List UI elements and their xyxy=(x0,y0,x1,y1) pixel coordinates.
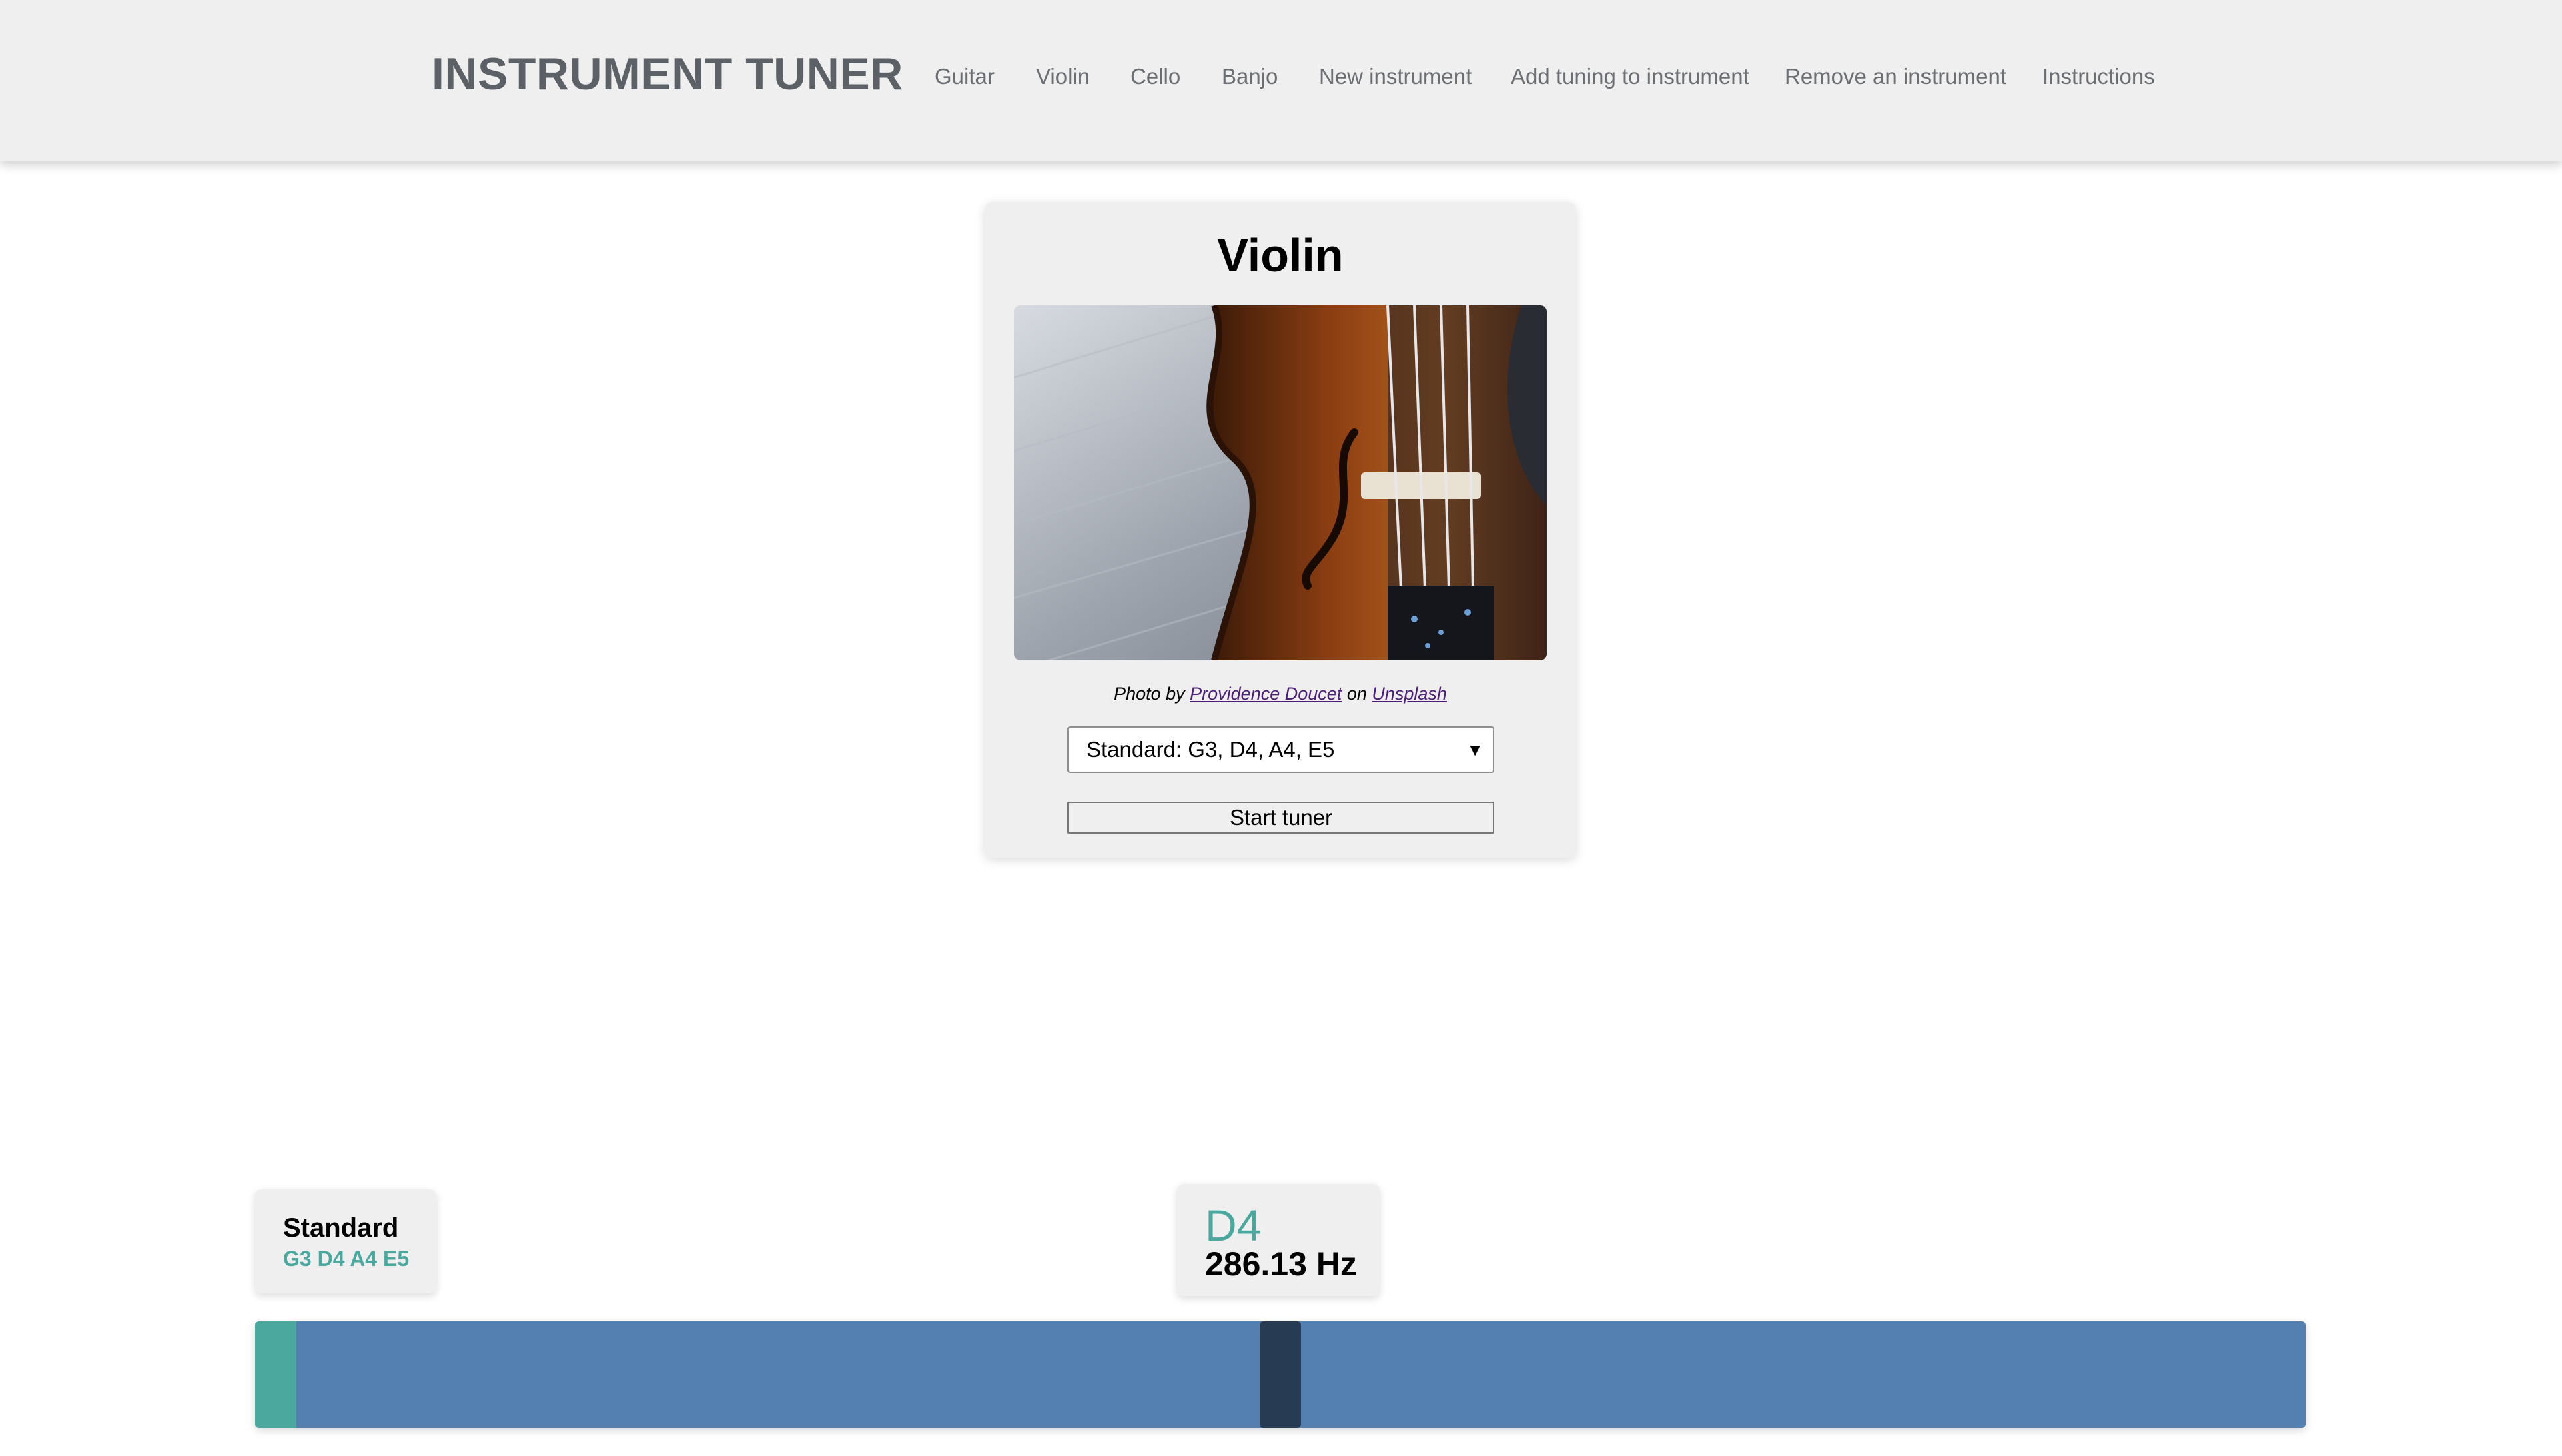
photo-site-link[interactable]: Unsplash xyxy=(1372,684,1447,704)
detected-note-card: D4 286.13 Hz xyxy=(1177,1184,1380,1296)
chevron-down-icon: ▼ xyxy=(1466,740,1484,760)
tuning-select-value: Standard: G3, D4, A4, E5 xyxy=(1086,737,1335,762)
nav-item-cello[interactable]: Cello xyxy=(1130,64,1180,89)
nav-item-instructions[interactable]: Instructions xyxy=(2042,64,2155,89)
nav-item-new-instrument[interactable]: New instrument xyxy=(1319,64,1472,89)
tuning-notes: G3 D4 A4 E5 xyxy=(283,1247,410,1271)
tuning-select[interactable]: Standard: G3, D4, A4, E5 ▼ xyxy=(1068,726,1494,773)
current-tuning-card: Standard G3 D4 A4 E5 xyxy=(255,1189,436,1293)
photo-credit-prefix: Photo by xyxy=(1114,684,1185,704)
instrument-title: Violin xyxy=(1217,229,1344,281)
nav-item-add-tuning[interactable]: Add tuning to instrument xyxy=(1511,64,1749,89)
nav-item-violin[interactable]: Violin xyxy=(1036,64,1090,89)
nav-item-remove-instrument[interactable]: Remove an instrument xyxy=(1785,64,2006,89)
nav-item-guitar[interactable]: Guitar xyxy=(935,64,995,89)
detected-frequency: 286.13 Hz xyxy=(1205,1245,1357,1283)
meter-needle xyxy=(1260,1321,1301,1428)
top-navbar: INSTRUMENT TUNER Guitar Violin Cello Ban… xyxy=(0,0,2562,161)
photo-author-link[interactable]: Providence Doucet xyxy=(1190,684,1342,704)
instrument-card: Violin Photo by Providence Doucet on Uns… xyxy=(985,202,1576,858)
meter-target-marker xyxy=(255,1321,296,1428)
start-tuner-button[interactable]: Start tuner xyxy=(1068,802,1494,834)
brand-title[interactable]: INSTRUMENT TUNER xyxy=(432,48,903,100)
photo-credit: Photo by Providence Doucet on Unsplash xyxy=(985,684,1576,704)
photo-credit-middle: on xyxy=(1346,684,1367,704)
nav-item-banjo[interactable]: Banjo xyxy=(1222,64,1278,89)
tuning-name: Standard xyxy=(283,1213,399,1243)
tuner-meter xyxy=(255,1321,2306,1428)
instrument-photo xyxy=(1014,305,1547,660)
detected-note: D4 xyxy=(1205,1201,1262,1250)
